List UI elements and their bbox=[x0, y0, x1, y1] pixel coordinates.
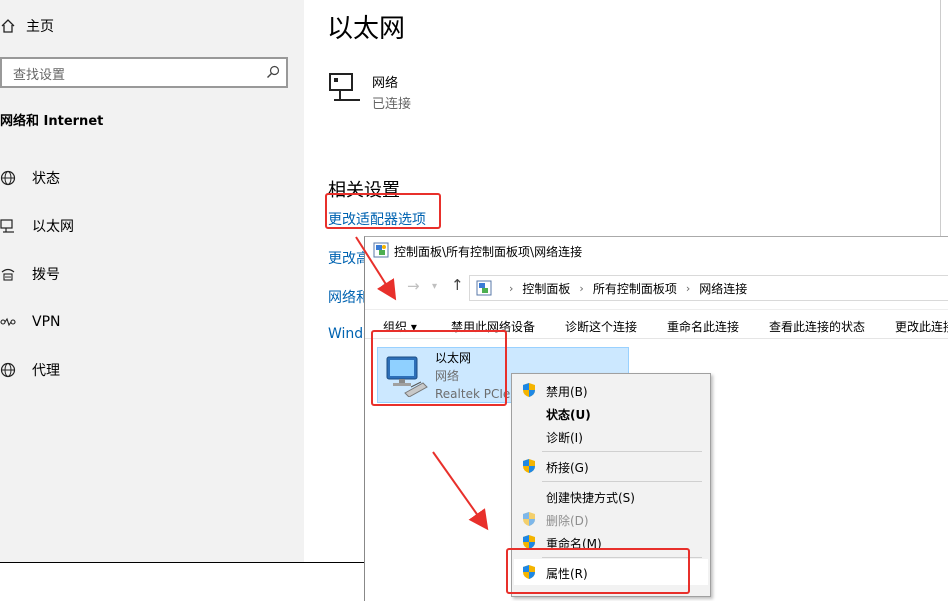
menu-item-disable[interactable]: 禁用(B) bbox=[512, 379, 710, 401]
ethernet-icon bbox=[0, 218, 32, 234]
uac-shield-icon bbox=[522, 382, 536, 401]
vpn-icon bbox=[0, 314, 32, 330]
sidebar-item-label: 代理 bbox=[32, 363, 60, 379]
settings-search-box[interactable]: 查找设置 bbox=[0, 57, 288, 88]
divider bbox=[0, 562, 364, 563]
menu-item-label: 禁用(B) bbox=[546, 385, 588, 399]
uac-shield-icon bbox=[522, 511, 536, 530]
menu-item-delete: 删除(D) bbox=[512, 508, 710, 530]
ethernet-icon bbox=[328, 72, 372, 112]
home-nav-item[interactable]: 主页 bbox=[0, 14, 54, 38]
menu-separator bbox=[542, 451, 702, 452]
menu-separator bbox=[542, 481, 702, 482]
sidebar-item-label: 状态 bbox=[32, 171, 60, 187]
menu-item-bridge[interactable]: 桥接(G) bbox=[512, 455, 710, 477]
home-label: 主页 bbox=[26, 19, 54, 35]
control-panel-icon bbox=[476, 280, 492, 296]
network-status-card[interactable]: 网络 已连接 bbox=[328, 72, 411, 112]
menu-item-status[interactable]: 状态(U) bbox=[512, 402, 710, 424]
uac-shield-icon bbox=[522, 458, 536, 477]
up-arrow-icon[interactable]: ↑ bbox=[451, 276, 464, 294]
annotation-box bbox=[325, 193, 441, 229]
menu-item-label: 创建快捷方式(S) bbox=[546, 491, 635, 505]
sidebar-item-vpn[interactable]: VPN bbox=[0, 310, 61, 334]
network-name: 网络 bbox=[372, 76, 399, 91]
search-icon[interactable] bbox=[266, 64, 280, 83]
window-title-bar: 控制面板\所有控制面板项\网络连接 bbox=[373, 242, 582, 260]
menu-item-label: 桥接(G) bbox=[546, 461, 589, 475]
sidebar-item-ethernet[interactable]: 以太网 bbox=[0, 214, 74, 238]
search-input[interactable]: 查找设置 bbox=[13, 64, 65, 83]
menu-item-label: 状态(U) bbox=[546, 408, 591, 422]
sidebar-item-label: 以太网 bbox=[32, 219, 74, 235]
navigation-bar: ← → ▾ ↑ › 控制面板 › 所有控制面板项 › 网络连接 bbox=[365, 273, 948, 303]
breadcrumb-item[interactable]: 网络连接 bbox=[699, 280, 747, 297]
divider bbox=[940, 0, 941, 236]
network-status: 已连接 bbox=[372, 97, 412, 112]
breadcrumb-item[interactable]: 控制面板 bbox=[522, 280, 570, 297]
page-title: 以太网 bbox=[327, 14, 406, 44]
sidebar-item-status[interactable]: 状态 bbox=[0, 166, 60, 190]
view-status-button[interactable]: 查看此连接的状态 bbox=[769, 318, 865, 335]
sidebar-item-label: 拨号 bbox=[32, 267, 60, 283]
chevron-right-icon[interactable]: › bbox=[579, 282, 583, 295]
menu-item-label: 删除(D) bbox=[546, 514, 589, 528]
breadcrumb-item[interactable]: 所有控制面板项 bbox=[593, 280, 677, 297]
window-title: 控制面板\所有控制面板项\网络连接 bbox=[394, 244, 583, 259]
sidebar-item-dialup[interactable]: 拨号 bbox=[0, 262, 60, 286]
home-icon bbox=[0, 18, 26, 34]
globe-status-icon bbox=[0, 170, 32, 186]
menu-item-create-shortcut[interactable]: 创建快捷方式(S) bbox=[512, 485, 710, 507]
menu-item-diagnose[interactable]: 诊断(I) bbox=[512, 425, 710, 447]
dialup-icon bbox=[0, 266, 32, 282]
annotation-box bbox=[371, 330, 507, 406]
forward-arrow-icon[interactable]: → bbox=[407, 277, 420, 295]
globe-icon bbox=[0, 362, 32, 378]
annotation-box bbox=[506, 548, 690, 594]
change-settings-button[interactable]: 更改此连接 bbox=[895, 318, 948, 335]
menu-item-label: 诊断(I) bbox=[546, 431, 583, 445]
sidebar-item-label: VPN bbox=[32, 314, 61, 330]
rename-button[interactable]: 重命名此连接 bbox=[667, 318, 739, 335]
chevron-right-icon[interactable]: › bbox=[686, 282, 690, 295]
recent-dropdown-icon[interactable]: ▾ bbox=[432, 281, 437, 292]
settings-sidebar: 主页 查找设置 网络和 Internet 状态 以太网 拨号 VPN 代理 bbox=[0, 0, 304, 562]
diagnose-button[interactable]: 诊断这个连接 bbox=[565, 318, 637, 335]
section-title: 网络和 Internet bbox=[0, 114, 104, 129]
sidebar-item-proxy[interactable]: 代理 bbox=[0, 358, 60, 382]
back-arrow-icon[interactable]: ← bbox=[381, 277, 394, 295]
control-panel-icon bbox=[373, 242, 389, 261]
chevron-right-icon[interactable]: › bbox=[509, 282, 513, 295]
address-bar[interactable]: › 控制面板 › 所有控制面板项 › 网络连接 bbox=[469, 275, 948, 301]
